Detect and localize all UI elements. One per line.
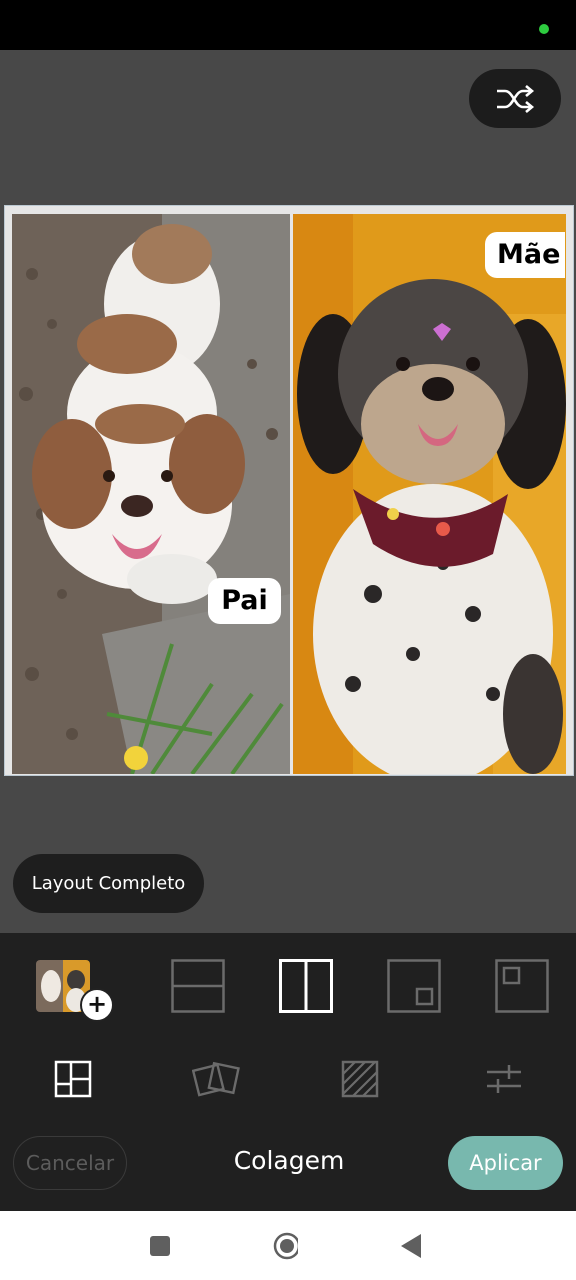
layout-small-top-left-icon[interactable]	[495, 959, 549, 1013]
layout-two-vertical-icon[interactable]	[279, 959, 333, 1013]
photo-pai[interactable]	[12, 214, 290, 774]
home-button[interactable]	[272, 1232, 298, 1260]
layout-two-horizontal-icon[interactable]	[171, 959, 225, 1013]
layout-small-bottom-right-icon[interactable]	[387, 959, 441, 1013]
hatched-pattern-icon	[341, 1060, 379, 1098]
back-triangle-icon	[401, 1234, 421, 1258]
camera-indicator-dot	[539, 24, 549, 34]
label-mae[interactable]: Mãe	[485, 232, 565, 278]
back-button[interactable]	[398, 1233, 424, 1259]
recents-button[interactable]	[147, 1233, 173, 1259]
pattern-tool[interactable]	[336, 1058, 384, 1100]
dog-photo-mae	[293, 214, 566, 774]
system-navigation-bar	[0, 1211, 576, 1280]
square-icon	[150, 1236, 170, 1256]
adjust-tool[interactable]	[480, 1058, 528, 1100]
plus-icon: +	[80, 988, 114, 1022]
frames-tool[interactable]	[192, 1058, 240, 1100]
collage-preview[interactable]	[5, 206, 573, 775]
add-photo-button[interactable]: +	[36, 960, 114, 1022]
status-bar	[0, 0, 576, 50]
stacked-photos-icon	[192, 1061, 240, 1097]
photo-mae[interactable]	[293, 214, 566, 774]
layout-tool[interactable]	[49, 1058, 97, 1100]
layout-tooltip: Layout Completo	[13, 854, 204, 913]
dog-photo-pai	[12, 214, 290, 774]
page-title: Colagem	[233, 1146, 345, 1175]
sliders-icon	[487, 1065, 521, 1093]
layout-grid-icon	[54, 1060, 92, 1098]
apply-button[interactable]: Aplicar	[448, 1136, 563, 1190]
shuffle-button[interactable]	[469, 69, 561, 128]
circle-home-icon	[273, 1232, 298, 1260]
label-pai[interactable]: Pai	[208, 578, 281, 624]
shuffle-icon	[497, 84, 535, 113]
cancel-button[interactable]: Cancelar	[13, 1136, 127, 1190]
